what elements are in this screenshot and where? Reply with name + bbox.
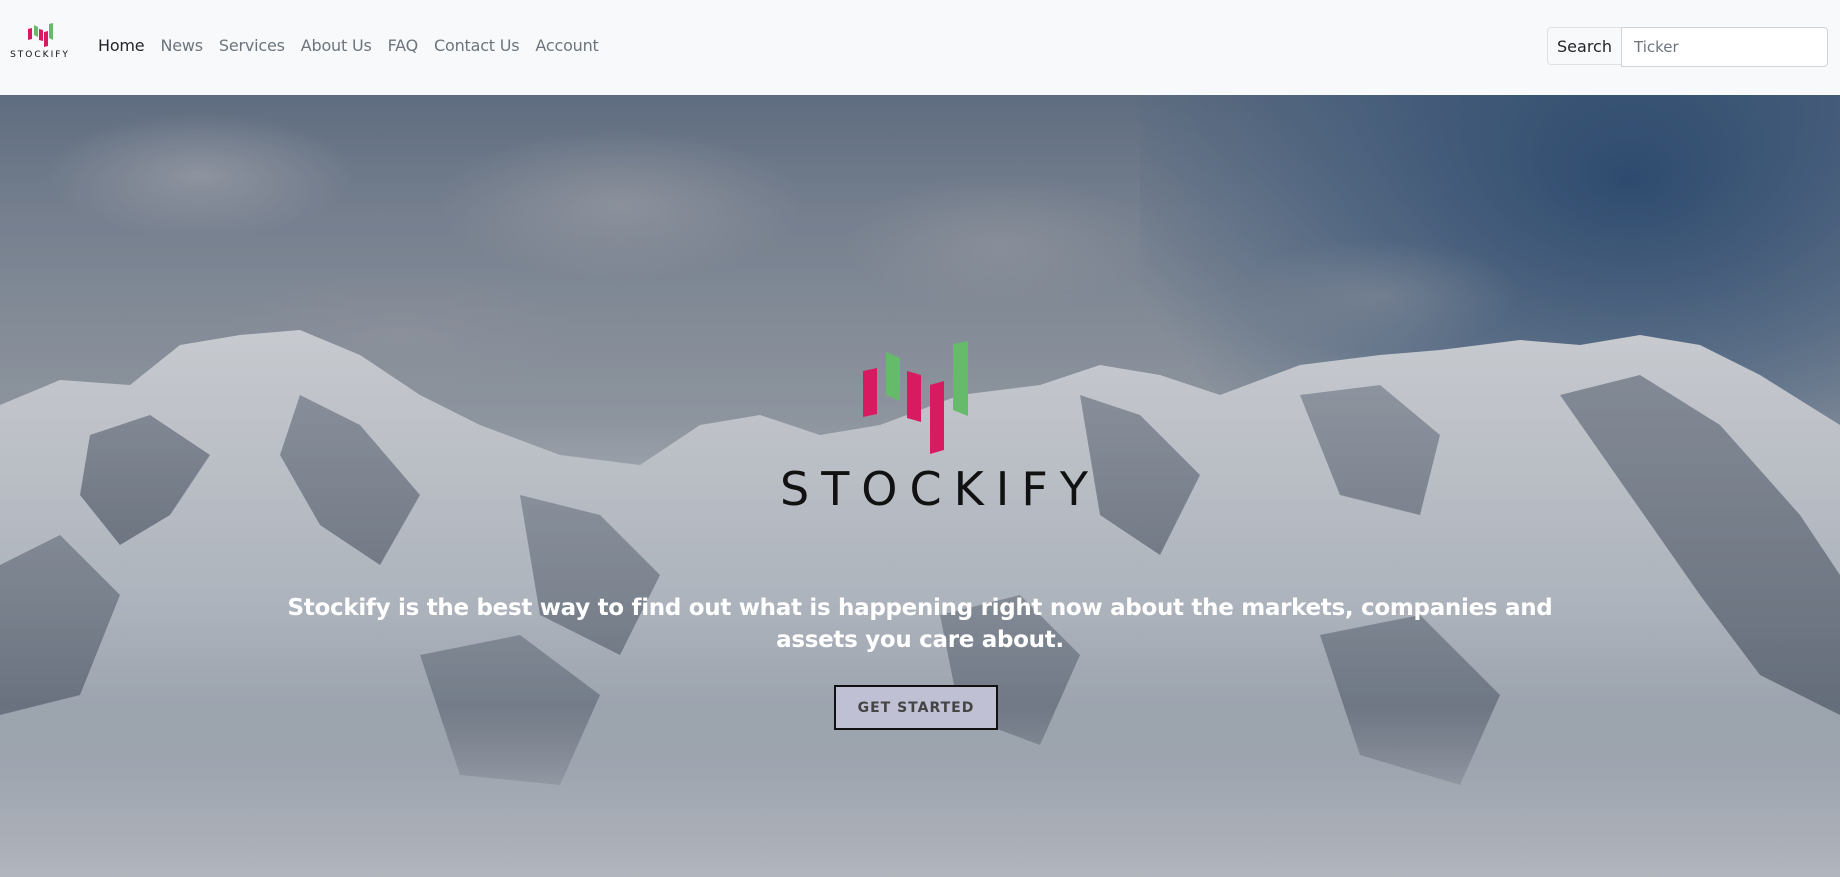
hero-section: STOCKIFY Stockify is the best way to fin… [0, 95, 1840, 877]
get-started-button[interactable]: GET STARTED [834, 685, 998, 730]
stockify-hero-logo-icon [863, 341, 968, 454]
nav-faq[interactable]: FAQ [388, 36, 419, 55]
brand-wordmark: STOCKIFY [10, 50, 70, 60]
search-button[interactable]: Search [1547, 27, 1622, 65]
nav-news[interactable]: News [160, 36, 203, 55]
main-nav: Home News Services About Us FAQ Contact … [98, 36, 615, 55]
nav-services[interactable]: Services [219, 36, 285, 55]
hero-tagline: Stockify is the best way to find out wha… [287, 595, 1553, 653]
ticker-search-input[interactable] [1621, 27, 1828, 67]
brand-logo[interactable]: STOCKIFY [4, 22, 76, 70]
nav-account[interactable]: Account [535, 36, 598, 55]
nav-home[interactable]: Home [98, 36, 145, 55]
nav-about-us[interactable]: About Us [301, 36, 372, 55]
nav-contact-us[interactable]: Contact Us [434, 36, 520, 55]
hero-logo-wordmark: STOCKIFY [780, 462, 1100, 516]
stockify-bars-logo-icon [28, 23, 53, 47]
navbar: STOCKIFY Home News Services About Us FAQ… [0, 0, 1840, 95]
